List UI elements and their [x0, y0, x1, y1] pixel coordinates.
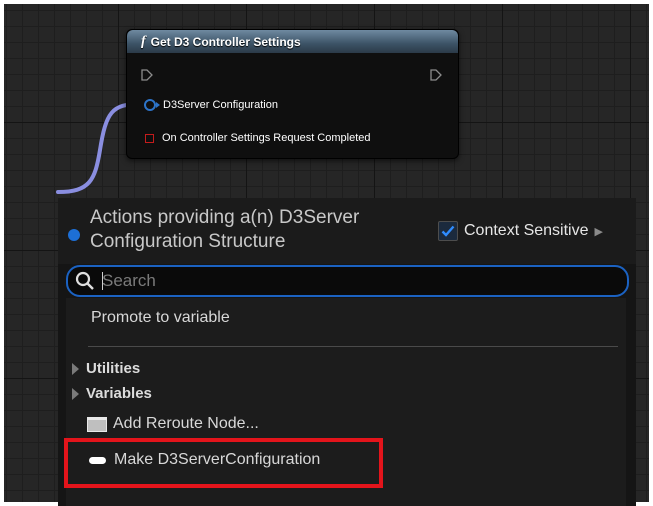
search-icon: [75, 271, 94, 290]
add-reroute-node-item[interactable]: Add Reroute Node...: [87, 415, 259, 433]
menu-header: Actions providing a(n) D3Server Configur…: [58, 198, 636, 264]
function-icon: f: [141, 33, 146, 49]
arrow-right-icon: ▶: [594, 225, 603, 238]
context-sensitive-toggle[interactable]: Context Sensitive ▶: [438, 221, 603, 241]
node-header[interactable]: f Get D3 Controller Settings: [127, 30, 458, 53]
item-label: Promote to variable: [91, 309, 230, 326]
reroute-node-icon: [87, 416, 107, 432]
context-sensitive-label: Context Sensitive: [464, 222, 589, 239]
struct-pin-icon[interactable]: [144, 99, 160, 111]
struct-type-dot-icon: [68, 229, 80, 241]
pin-d3server-configuration[interactable]: D3Server Configuration: [144, 99, 278, 111]
delegate-pin-icon[interactable]: [145, 133, 154, 143]
pin-label: On Controller Settings Request Completed: [162, 132, 371, 144]
node-title: Get D3 Controller Settings: [150, 34, 301, 49]
exec-input-pin-icon[interactable]: [141, 69, 153, 81]
category-variables[interactable]: Variables: [72, 385, 152, 402]
category-label: Utilities: [86, 360, 141, 377]
pin-on-controller-settings-request-completed[interactable]: On Controller Settings Request Completed: [144, 132, 371, 144]
menu-title: Actions providing a(n) D3Server Configur…: [90, 207, 360, 252]
divider: [88, 346, 618, 347]
item-label: Add Reroute Node...: [113, 415, 259, 432]
expand-arrow-icon[interactable]: [72, 387, 79, 400]
pin-label: D3Server Configuration: [163, 99, 278, 111]
highlight-annotation-box: [64, 438, 383, 488]
search-box[interactable]: [66, 265, 629, 297]
text-caret: [102, 272, 103, 290]
expand-arrow-icon[interactable]: [72, 362, 79, 375]
checkmark-icon: [441, 225, 455, 237]
exec-output-pin-icon[interactable]: [430, 69, 442, 81]
search-input[interactable]: [102, 269, 602, 293]
category-label: Variables: [86, 385, 152, 402]
promote-to-variable-item[interactable]: Promote to variable: [91, 309, 230, 327]
category-utilities[interactable]: Utilities: [72, 360, 140, 377]
get-d3-controller-settings-node[interactable]: f Get D3 Controller Settings D3Server Co…: [126, 29, 459, 159]
context-sensitive-checkbox[interactable]: [438, 221, 458, 241]
